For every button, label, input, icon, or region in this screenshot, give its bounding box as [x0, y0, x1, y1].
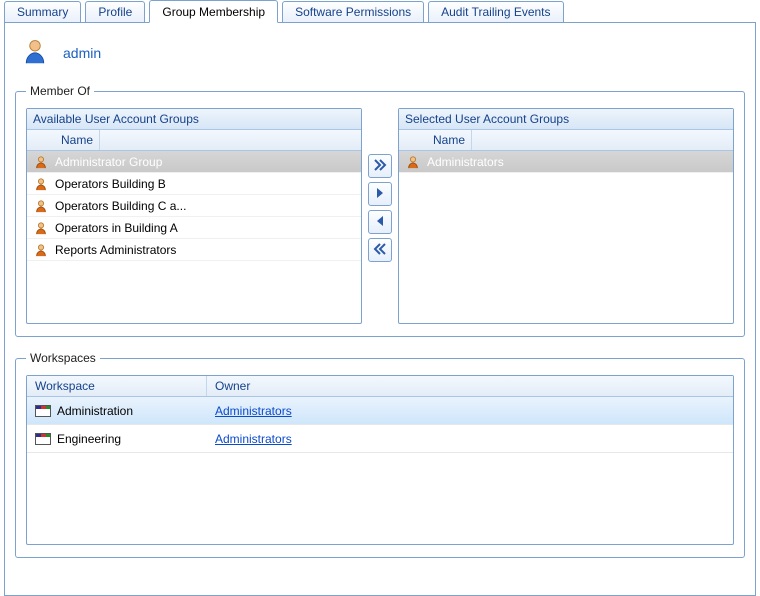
selected-groups-list[interactable]: Administrators — [399, 151, 733, 323]
workspace-icon — [35, 433, 51, 445]
list-item-label: Administrators — [427, 155, 727, 169]
chevron-right-icon — [373, 186, 387, 203]
tabstrip: Summary Profile Group Membership Softwar… — [4, 0, 756, 23]
chevron-left-icon — [373, 214, 387, 231]
list-item-label: Operators Building B — [55, 177, 355, 191]
owner-cell: Administrators — [207, 432, 733, 446]
group-icon — [33, 155, 49, 169]
tab-page: admin Member Of Available User Account G… — [4, 23, 756, 596]
tab-audit-trailing-events[interactable]: Audit Trailing Events — [428, 1, 563, 22]
available-groups-title: Available User Account Groups — [27, 109, 361, 130]
group-icon — [33, 177, 49, 191]
workspace-icon — [35, 405, 51, 417]
tab-profile[interactable]: Profile — [85, 1, 145, 22]
double-chevron-left-icon — [373, 242, 387, 259]
table-row[interactable]: Administration Administrators — [27, 397, 733, 425]
available-groups-panel: Available User Account Groups Name Admin… — [26, 108, 362, 324]
double-chevron-right-icon — [373, 158, 387, 175]
move-left-button[interactable] — [368, 210, 392, 234]
workspace-name: Engineering — [57, 432, 121, 446]
list-item-label: Operators Building C a... — [55, 199, 355, 213]
owner-column[interactable]: Owner — [207, 376, 733, 396]
workspace-cell: Engineering — [27, 432, 207, 446]
user-name-label: admin — [63, 45, 101, 61]
member-of-fieldset: Member Of Available User Account Groups … — [15, 84, 745, 337]
tab-software-permissions[interactable]: Software Permissions — [282, 1, 424, 22]
move-all-left-button[interactable] — [368, 238, 392, 262]
list-item[interactable]: Administrator Group — [27, 151, 361, 173]
available-groups-list[interactable]: Administrator Group Operators Building B O… — [27, 151, 361, 323]
workspace-column[interactable]: Workspace — [27, 376, 207, 396]
selected-groups-panel: Selected User Account Groups Name Admini… — [398, 108, 734, 324]
workspaces-body[interactable]: Administration Administrators Engineering A… — [27, 397, 733, 544]
group-icon — [33, 199, 49, 213]
tab-group-membership[interactable]: Group Membership — [149, 0, 278, 23]
table-row[interactable]: Engineering Administrators — [27, 425, 733, 453]
move-right-button[interactable] — [368, 182, 392, 206]
workspace-cell: Administration — [27, 404, 207, 418]
workspaces-table: Workspace Owner AdministrationAdministra… — [26, 375, 734, 545]
workspaces-fieldset: Workspaces Workspace Owner Administratio… — [15, 351, 745, 558]
list-item-label: Administrator Group — [55, 155, 355, 169]
group-icon — [33, 243, 49, 257]
move-all-right-button[interactable] — [368, 154, 392, 178]
selected-groups-header: Name — [399, 130, 733, 151]
user-header: admin — [21, 37, 745, 68]
available-groups-header: Name — [27, 130, 361, 151]
list-item[interactable]: Administrators — [399, 151, 733, 173]
list-item-label: Operators in Building A — [55, 221, 355, 235]
group-icon — [33, 221, 49, 235]
selected-groups-title: Selected User Account Groups — [399, 109, 733, 130]
list-item-label: Reports Administrators — [55, 243, 355, 257]
list-item[interactable]: Operators Building B — [27, 173, 361, 195]
user-icon — [21, 37, 49, 68]
list-item[interactable]: Reports Administrators — [27, 239, 361, 261]
list-item[interactable]: Operators Building C a... — [27, 195, 361, 217]
owner-link[interactable]: Administrators — [215, 432, 292, 446]
workspaces-header: Workspace Owner — [27, 376, 733, 397]
available-name-column[interactable]: Name — [55, 130, 100, 150]
transfer-buttons — [368, 108, 392, 324]
workspace-name: Administration — [57, 404, 133, 418]
list-item[interactable]: Operators in Building A — [27, 217, 361, 239]
owner-link[interactable]: Administrators — [215, 404, 292, 418]
workspaces-legend: Workspaces — [26, 351, 100, 365]
owner-cell: Administrators — [207, 404, 733, 418]
selected-name-column[interactable]: Name — [427, 130, 472, 150]
member-of-legend: Member Of — [26, 84, 94, 98]
group-icon — [405, 155, 421, 169]
tab-summary[interactable]: Summary — [4, 1, 81, 22]
